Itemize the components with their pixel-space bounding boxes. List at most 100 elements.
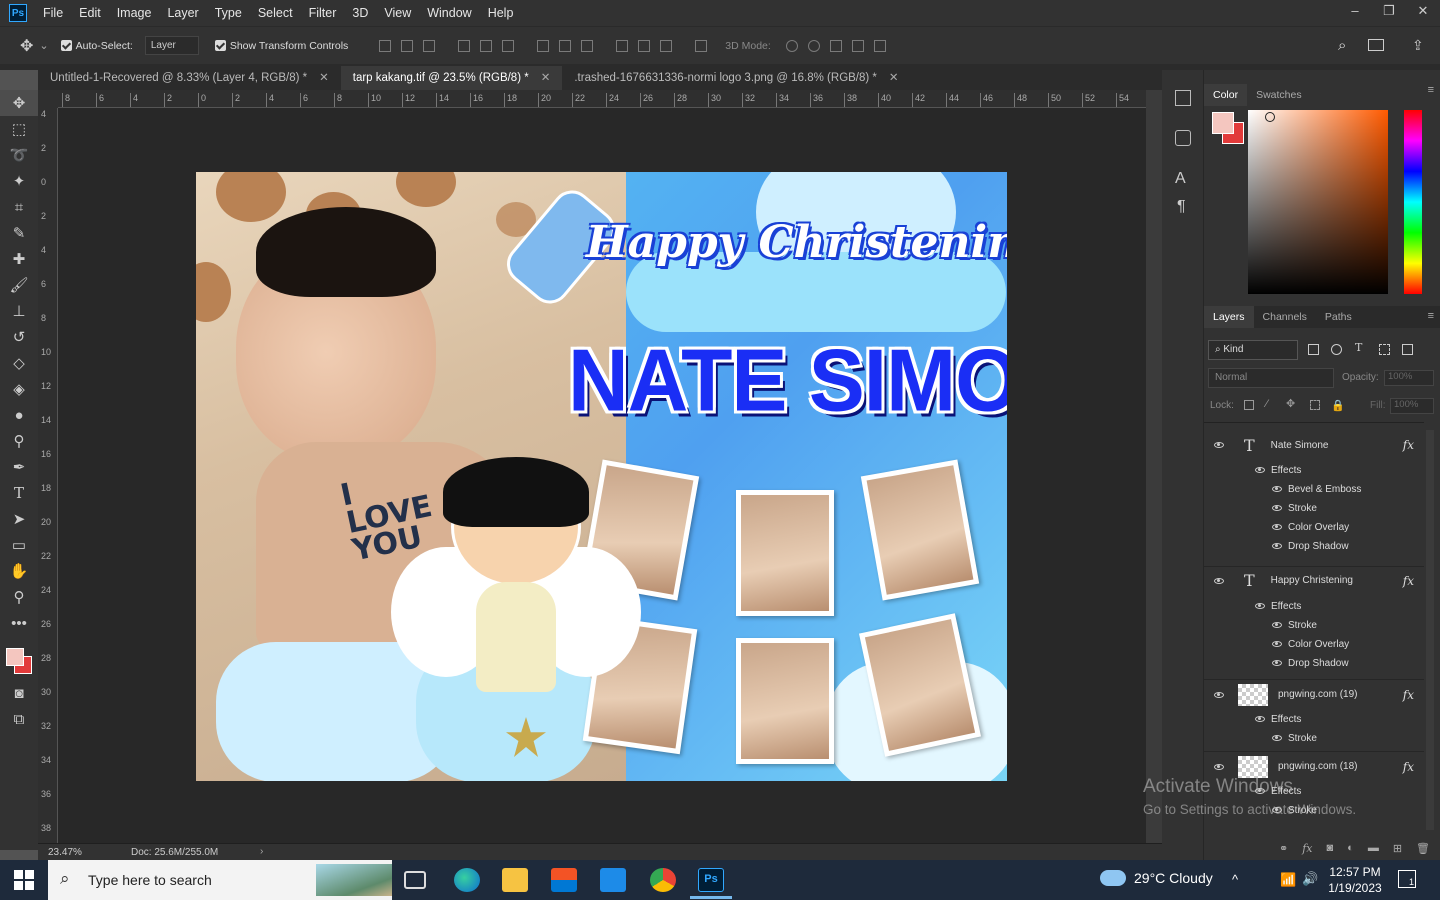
auto-select-checkbox[interactable] — [60, 40, 72, 51]
menu-type[interactable]: Type — [215, 6, 242, 20]
properties-panel-icon[interactable] — [1175, 130, 1191, 146]
blur-tool-icon[interactable]: ● — [0, 402, 38, 428]
eye-icon[interactable] — [1272, 543, 1282, 549]
volume-icon[interactable]: 🔊 — [1302, 871, 1318, 887]
eye-icon[interactable] — [1255, 716, 1265, 722]
align-right-icon[interactable] — [502, 39, 515, 52]
color-field[interactable] — [1248, 110, 1388, 294]
opacity-field[interactable]: 100% — [1384, 370, 1434, 386]
menu-filter[interactable]: Filter — [309, 6, 337, 20]
eye-icon[interactable] — [1255, 603, 1265, 609]
marquee-tool-icon[interactable]: ⬚ — [0, 116, 38, 142]
edit-toolbar-icon[interactable]: ••• — [0, 610, 38, 636]
effect-stroke[interactable]: Stroke — [1204, 499, 1424, 517]
color-swatches[interactable] — [0, 636, 38, 680]
path-select-tool-icon[interactable]: ➤ — [0, 506, 38, 532]
new-layer-icon[interactable]: ⊞ — [1393, 842, 1402, 855]
auto-select-target-dropdown[interactable]: Layer — [144, 36, 199, 55]
stamp-tool-icon[interactable]: ⊥ — [0, 298, 38, 324]
fx-icon[interactable]: fx — [1403, 438, 1414, 452]
3d-orbit-icon[interactable] — [785, 39, 798, 52]
type-tool-icon[interactable]: T — [0, 480, 38, 506]
lock-brush-icon[interactable]: ⁄ — [1266, 398, 1268, 410]
effect-color-overlay[interactable]: Color Overlay — [1204, 635, 1424, 653]
menu-help[interactable]: Help — [488, 6, 514, 20]
distribute-top-icon[interactable] — [537, 39, 550, 52]
photoshop-logo[interactable]: Ps — [9, 4, 27, 22]
mail-icon[interactable] — [600, 868, 626, 892]
auto-align-icon[interactable] — [695, 39, 708, 52]
paint-bucket-tool-icon[interactable]: ◈ — [0, 376, 38, 402]
eye-icon[interactable] — [1272, 622, 1282, 628]
effect-drop-shadow[interactable]: Drop Shadow — [1204, 537, 1424, 555]
filter-adjustment-icon[interactable] — [1331, 344, 1342, 355]
tab-normi-logo[interactable]: .trashed-1676631336-normi logo 3.png @ 1… — [562, 66, 910, 90]
file-explorer-icon[interactable] — [502, 868, 528, 892]
dodge-tool-icon[interactable]: ⚲ — [0, 428, 38, 454]
align-vcenter-icon[interactable] — [401, 39, 414, 52]
menu-file[interactable]: File — [43, 6, 63, 20]
lock-position-icon[interactable]: ✥ — [1286, 397, 1295, 410]
filter-pixel-icon[interactable] — [1308, 344, 1319, 355]
filter-shape-icon[interactable] — [1379, 344, 1390, 355]
photoshop-taskbar-icon[interactable]: Ps — [698, 868, 724, 892]
lock-all-icon[interactable]: 🔒 — [1331, 399, 1345, 412]
eye-icon[interactable] — [1272, 641, 1282, 647]
eye-icon[interactable] — [1214, 442, 1224, 448]
edge-icon[interactable] — [454, 868, 480, 892]
layer-nate-simone[interactable]: T Nate Simone fx — [1204, 431, 1424, 459]
lock-pixels-icon[interactable] — [1244, 400, 1254, 410]
vertical-scrollbar[interactable] — [1146, 90, 1162, 843]
rectangle-tool-icon[interactable]: ▭ — [0, 532, 38, 558]
tab-channels[interactable]: Channels — [1254, 306, 1316, 328]
healing-tool-icon[interactable]: ✚ — [0, 246, 38, 272]
tool-preset-chevron-icon[interactable]: ⌄ — [39, 39, 48, 52]
layers-scrollbar[interactable] — [1426, 430, 1434, 830]
eye-icon[interactable] — [1255, 467, 1265, 473]
effect-stroke[interactable]: Stroke — [1204, 616, 1424, 634]
lasso-tool-icon[interactable]: ➰ — [0, 142, 38, 168]
layer-kind-filter[interactable]: ⌕ Kind — [1208, 340, 1298, 360]
zoom-tool-icon[interactable]: ⚲ — [0, 584, 38, 610]
distribute-bottom-icon[interactable] — [581, 39, 594, 52]
menu-3d[interactable]: 3D — [352, 6, 368, 20]
distribute-right-icon[interactable] — [660, 39, 673, 52]
notification-icon[interactable]: 1 — [1398, 870, 1416, 888]
add-style-icon[interactable]: fx — [1302, 842, 1312, 855]
zoom-level[interactable]: 23.47% — [48, 847, 82, 858]
tab-tarp-kakang[interactable]: tarp kakang.tif @ 23.5% (RGB/8) * ✕ — [340, 66, 563, 90]
eye-icon[interactable] — [1214, 763, 1224, 770]
eye-icon[interactable] — [1214, 577, 1224, 584]
delete-layer-icon[interactable]: 🗑 — [1416, 842, 1430, 855]
screen-mode-icon[interactable]: ⧉ — [0, 706, 38, 732]
taskbar-search[interactable]: ⌕ Type here to search — [48, 860, 392, 900]
history-panel-icon[interactable] — [1175, 90, 1191, 106]
eye-icon[interactable] — [1272, 486, 1282, 492]
character-panel-icon[interactable]: A — [1175, 170, 1186, 188]
eyedropper-tool-icon[interactable]: ✎ — [0, 220, 38, 246]
layer-effects[interactable]: Effects — [1204, 461, 1424, 479]
effect-stroke[interactable]: Stroke — [1204, 729, 1424, 747]
3d-slide-icon[interactable] — [851, 39, 864, 52]
distribute-hcenter-icon[interactable] — [638, 39, 651, 52]
filter-type-icon[interactable]: T — [1355, 341, 1362, 354]
link-layers-icon[interactable]: ⚭ — [1279, 842, 1288, 855]
status-expand-icon[interactable]: › — [260, 846, 263, 857]
filter-smartobject-icon[interactable] — [1402, 344, 1413, 355]
tab-swatches[interactable]: Swatches — [1247, 84, 1311, 106]
menu-select[interactable]: Select — [258, 6, 293, 20]
minimize-button[interactable]: – — [1338, 0, 1372, 26]
close-icon[interactable]: ✕ — [889, 72, 899, 84]
store-icon[interactable] — [551, 868, 577, 892]
move-tool-icon[interactable]: ✥ — [20, 36, 33, 56]
history-brush-tool-icon[interactable]: ↺ — [0, 324, 38, 350]
effect-bevel-emboss[interactable]: Bevel & Emboss — [1204, 480, 1424, 498]
align-bottom-icon[interactable] — [423, 39, 436, 52]
menu-window[interactable]: Window — [427, 6, 471, 20]
panel-menu-icon[interactable]: ≡ — [1428, 84, 1434, 96]
eraser-tool-icon[interactable]: ◇ — [0, 350, 38, 376]
paragraph-panel-icon[interactable]: ¶ — [1177, 198, 1186, 216]
document-canvas[interactable]: I LOVE YOU Happy Christening NATE SIMONE — [196, 172, 1007, 781]
tab-color[interactable]: Color — [1204, 84, 1248, 106]
align-left-icon[interactable] — [458, 39, 471, 52]
